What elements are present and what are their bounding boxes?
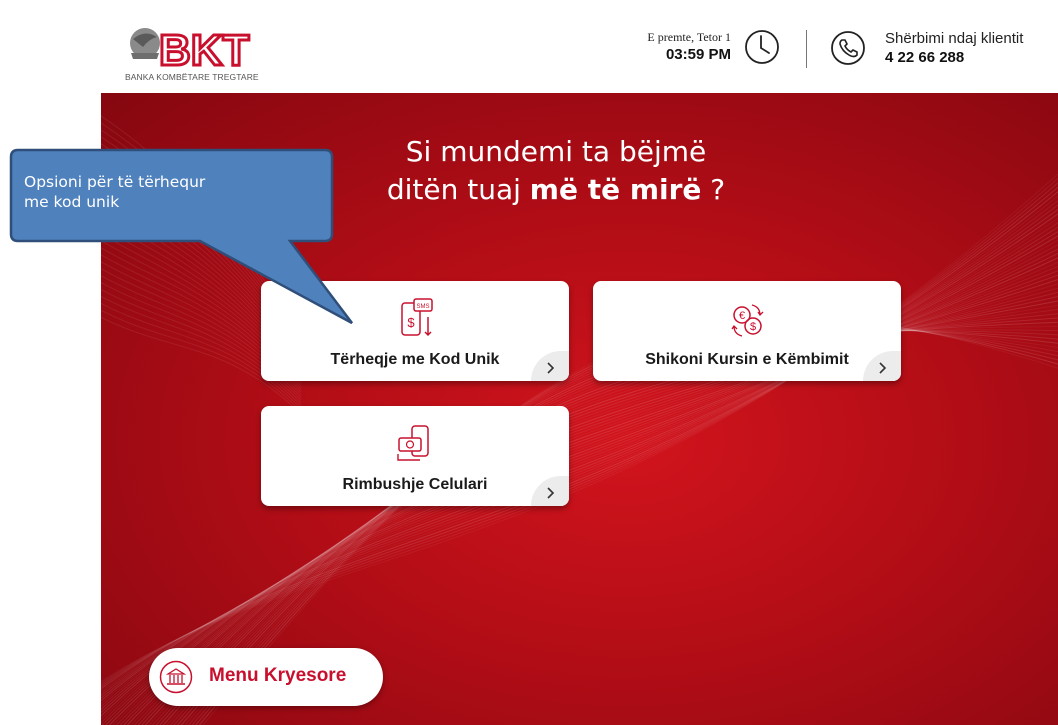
atm-screen: BKT BANKA KOMBËTARE TREGTARE E premte, T… (101, 0, 1058, 725)
card-label: Tërheqje me Kod Unik (330, 351, 500, 368)
sms-withdraw-icon: SMS $ (401, 298, 433, 337)
header: BKT BANKA KOMBËTARE TREGTARE E premte, T… (101, 0, 1058, 93)
svg-text:SMS: SMS (416, 304, 429, 310)
currency-exchange-icon: € $ (731, 304, 764, 337)
clock-icon (745, 30, 779, 64)
mobile-topup-button[interactable]: Rimbushje Celulari (261, 406, 569, 506)
svg-text:$: $ (750, 321, 756, 333)
svg-text:$: $ (407, 315, 415, 330)
wave-line (101, 190, 1058, 690)
customer-service-number: 4 22 66 288 (885, 49, 965, 66)
wave-line (101, 186, 1058, 688)
exchange-rate-button[interactable]: € $ Shikoni Kursin e Këmbimit (593, 281, 901, 381)
card-label: Rimbushje Celulari (342, 476, 488, 493)
phone-icon (831, 31, 865, 65)
withdraw-code-button[interactable]: SMS $ Tërheqje me Kod Unik (261, 281, 569, 381)
time-label: 03:59 PM (665, 46, 731, 63)
page-title: Si mundemi ta bëjmë ditën tuaj më të mir… (386, 135, 726, 206)
card-label: Shikoni Kursin e Këmbimit (645, 351, 849, 368)
bank-icon (159, 660, 193, 694)
main-menu-button[interactable]: Menu Kryesore (149, 648, 383, 706)
mobile-topup-icon (397, 425, 429, 461)
svg-text:BKT: BKT (159, 26, 250, 75)
date-label: E premte, Tetor 1 (647, 30, 731, 44)
logo-subtitle: BANKA KOMBËTARE TREGTARE (125, 72, 259, 82)
main-menu-label: Menu Kryesore (209, 665, 347, 686)
wave-line (101, 204, 1058, 697)
header-divider (806, 30, 807, 68)
svg-text:€: € (739, 310, 745, 322)
customer-service-label: Shërbimi ndaj klientit (885, 30, 1024, 47)
callout-text: Opsioni për të tërhequr me kod unik (24, 173, 206, 211)
